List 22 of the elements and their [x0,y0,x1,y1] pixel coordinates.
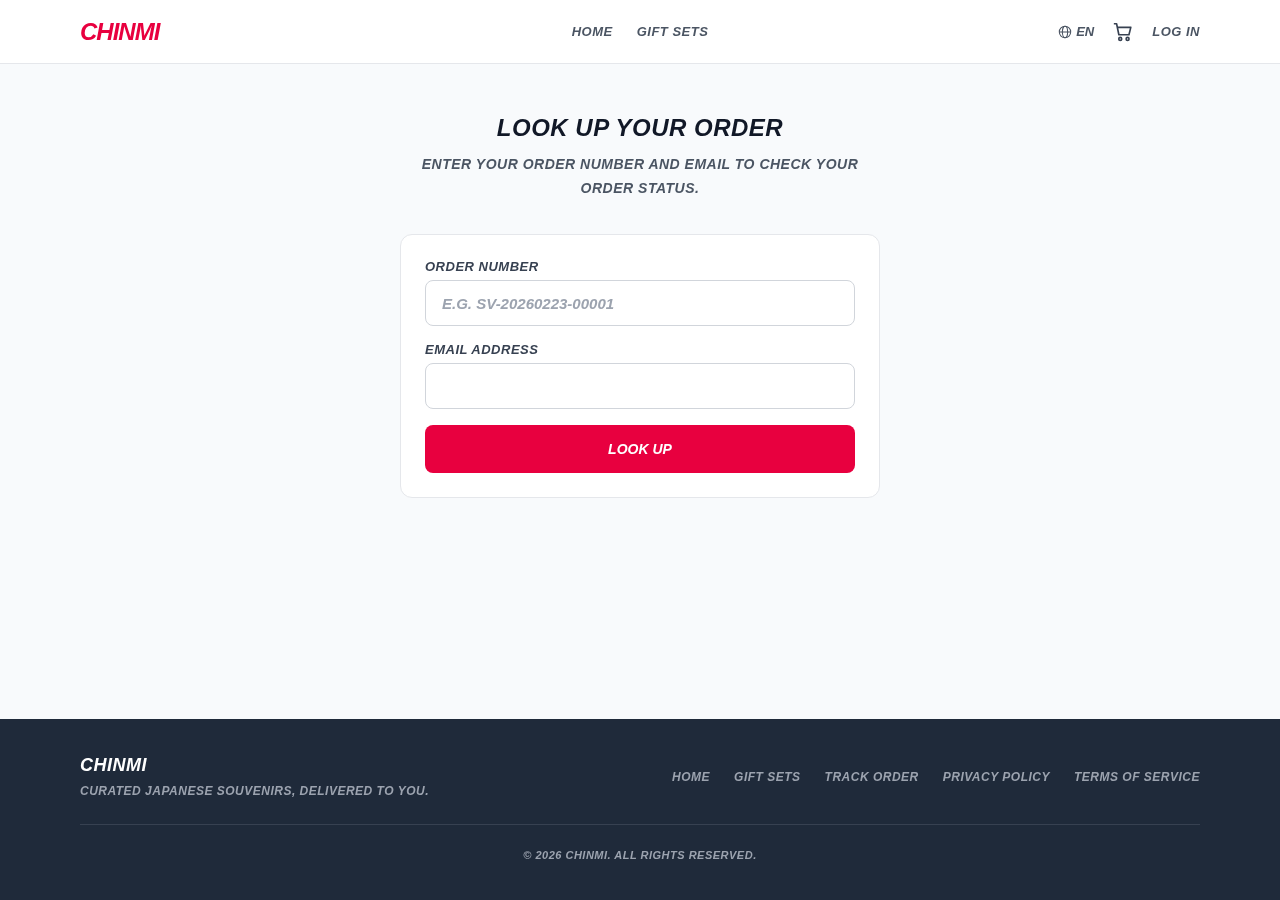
footer-link[interactable]: TRACK ORDER [824,769,919,784]
field-label: EMAIL ADDRESS [425,342,540,357]
input-field[interactable] [425,363,855,409]
copyright: © 2026 CHINMI. ALL RIGHTS RESERVED. [522,849,758,861]
globe-icon [1058,24,1073,39]
nav-link[interactable]: GIFT SETS [636,24,709,39]
login-link[interactable]: LOG IN [1152,24,1200,39]
footer-link[interactable]: GIFT SETS [734,769,801,784]
page-subtitle: ENTER YOUR ORDER NUMBER AND EMAIL TO CHECK YOUR ORDER STATUS. [420,155,860,198]
footer-link[interactable]: TERMS OF SERVICE [1074,769,1200,784]
lookup-button[interactable]: LOOK UP [425,425,855,473]
footer-tagline: CURATED JAPANESE SOUVENIRS, DELIVERED TO YOU. [80,784,429,798]
footer-link[interactable]: PRIVACY POLICY [942,769,1050,784]
page-title: LOOK UP YOUR ORDER [496,114,784,142]
language-button[interactable]: EN [1058,24,1095,39]
footer-logo: CHINMI [80,755,148,776]
cart-icon[interactable] [1112,20,1135,43]
nav-link[interactable]: HOME [571,24,613,39]
field-label: ORDER NUMBER [425,259,540,274]
input-field[interactable]: E.G. SV-20260223-00001 [425,280,855,326]
footer-link[interactable]: HOME [672,769,711,784]
logo[interactable]: CHINMI [80,17,160,46]
